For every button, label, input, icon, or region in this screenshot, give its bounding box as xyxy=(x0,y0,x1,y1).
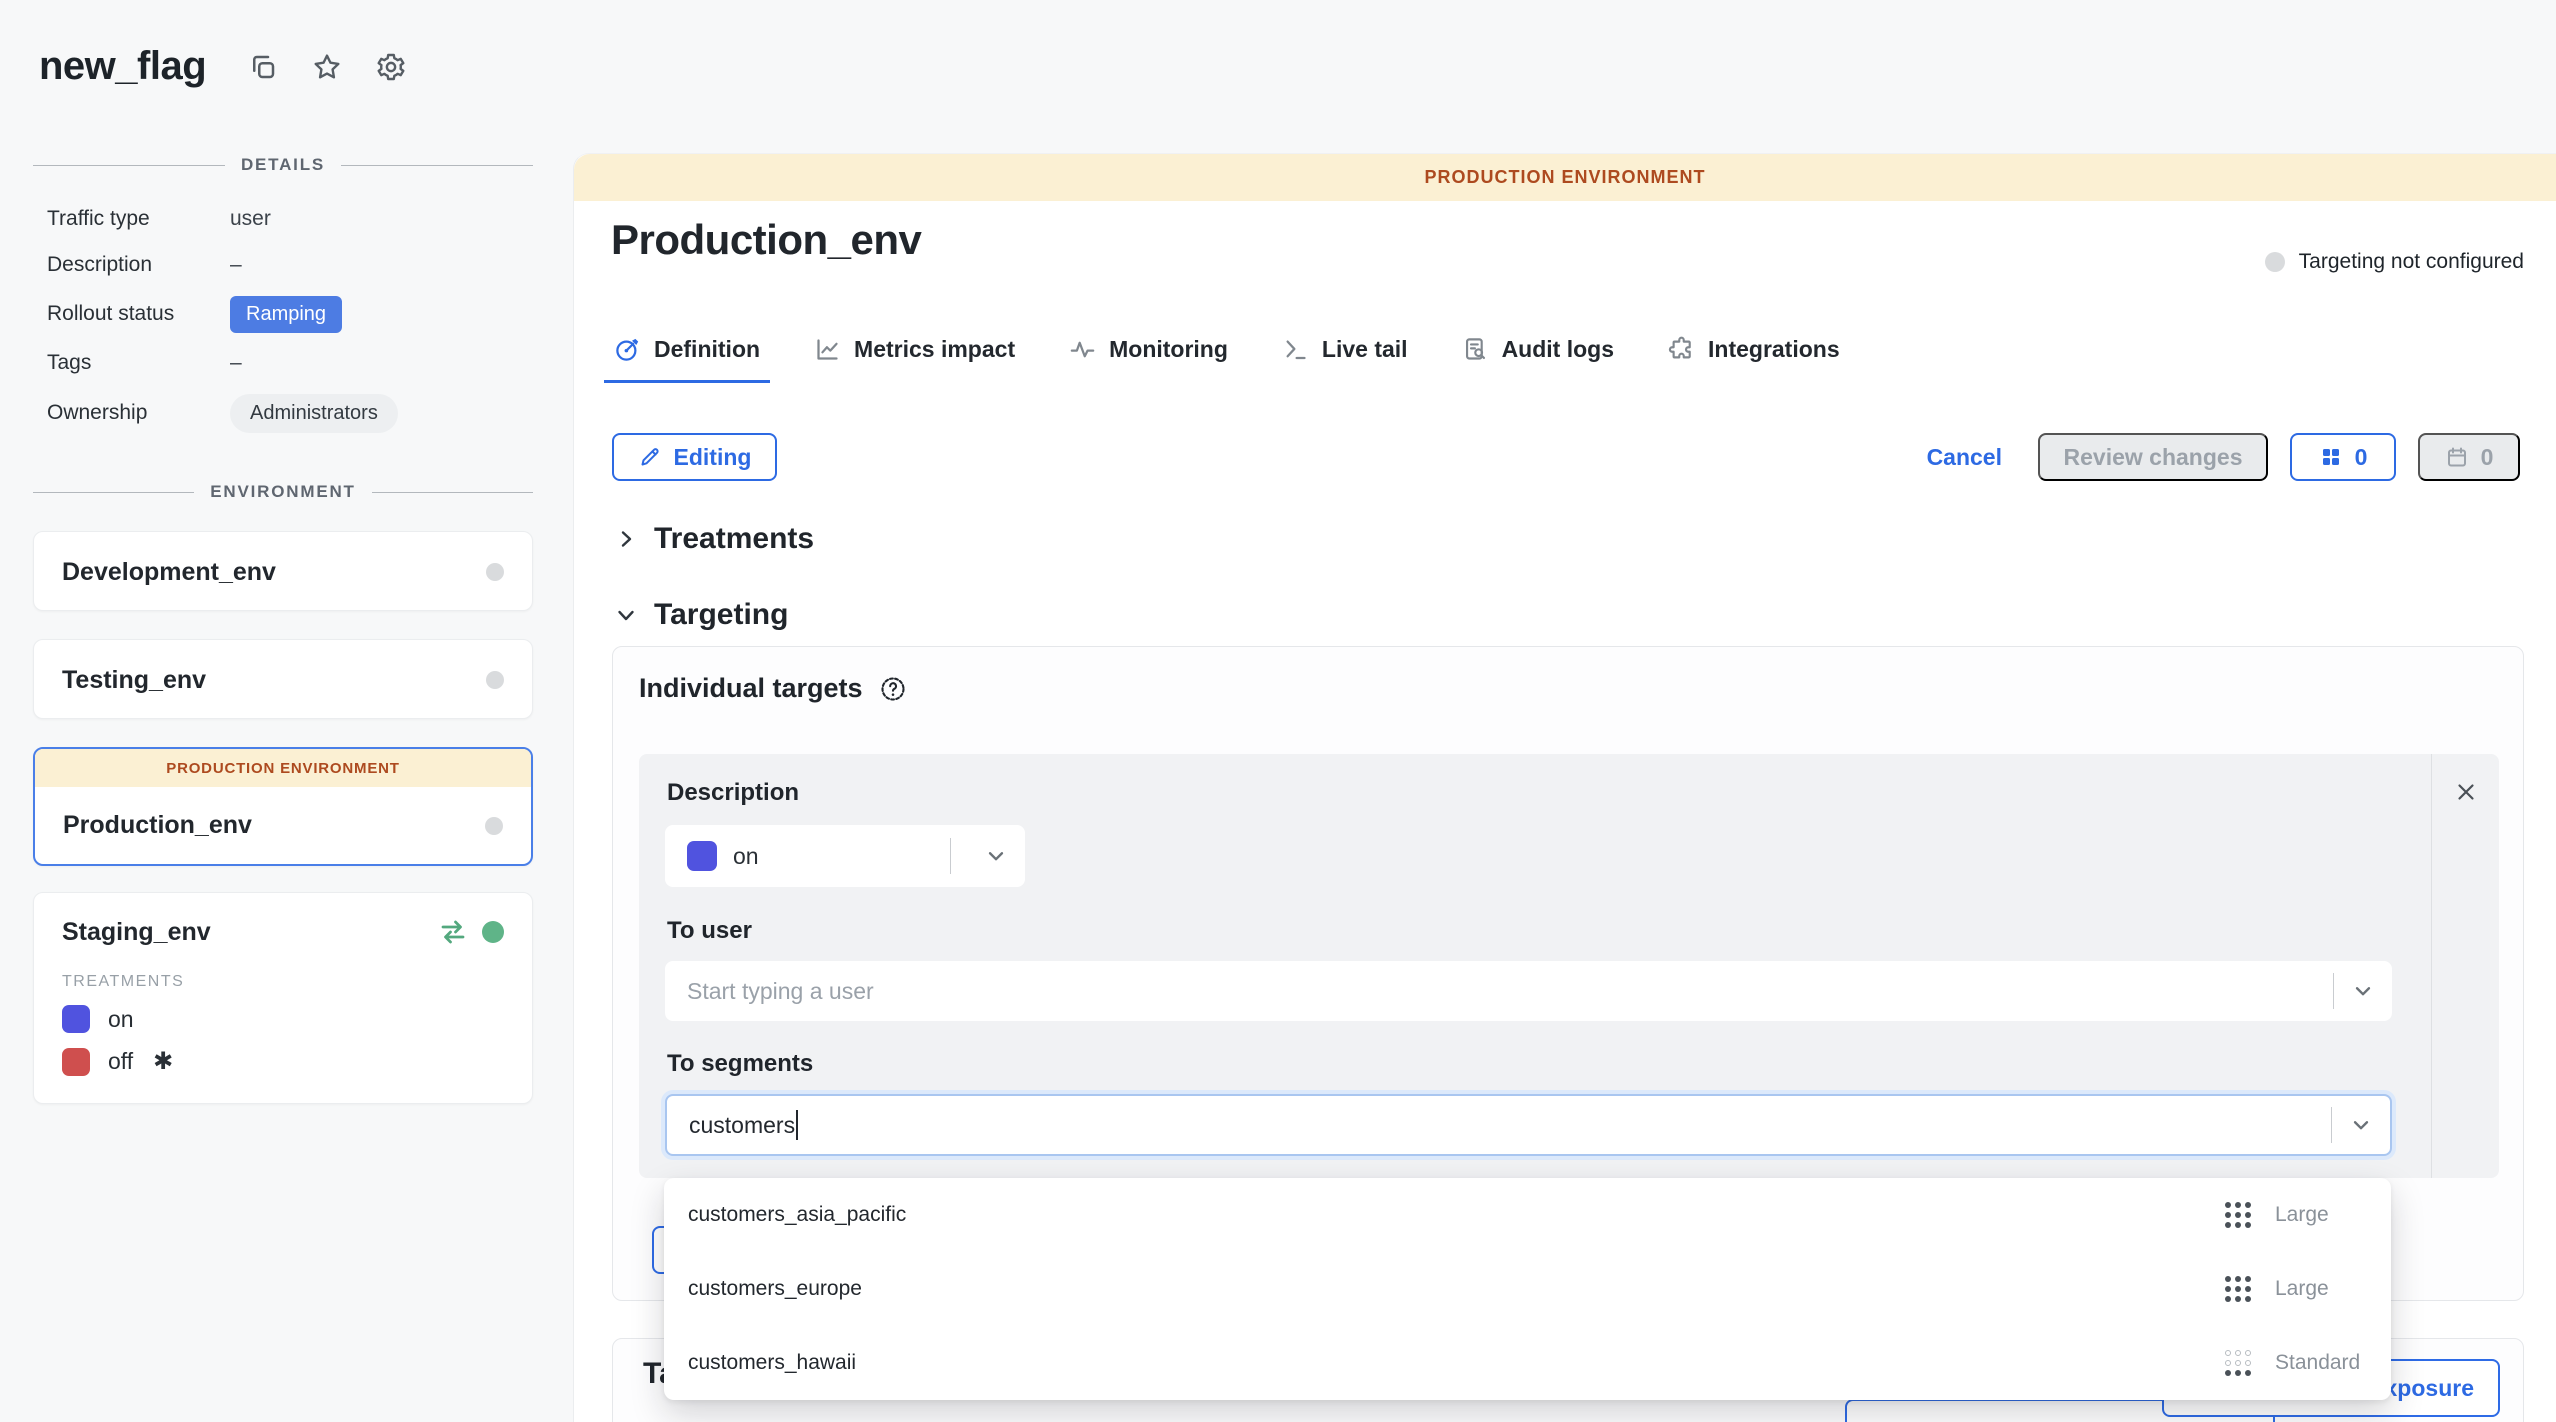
treatment-on-swatch xyxy=(687,841,717,871)
grid-icon xyxy=(2319,445,2343,469)
env-card-development[interactable]: Development_env xyxy=(33,531,533,611)
treatment-on-swatch xyxy=(62,1005,90,1033)
flag-header: new_flag xyxy=(39,44,408,89)
segment-size-large-icon xyxy=(2225,1202,2251,1228)
individual-targets-heading: Individual targets xyxy=(639,673,907,704)
tab-monitoring[interactable]: Monitoring xyxy=(1069,336,1228,381)
help-icon[interactable] xyxy=(879,675,907,703)
rollout-status-badge: Ramping xyxy=(230,296,342,333)
metrics-impact-icon xyxy=(814,336,841,363)
treatment-off-swatch xyxy=(62,1048,90,1076)
to-user-field xyxy=(665,961,2392,1021)
environment-heading: ENVIRONMENT xyxy=(210,482,355,502)
production-environment-banner: PRODUCTION ENVIRONMENT xyxy=(574,154,2556,201)
editing-button[interactable]: Editing xyxy=(612,433,777,481)
segment-option-hawaii[interactable]: customers_hawaii Standard xyxy=(664,1326,2391,1400)
chevron-right-icon xyxy=(614,527,638,551)
edit-action-bar: Editing Cancel Review changes 0 0 xyxy=(574,433,2556,481)
status-dot xyxy=(2265,252,2285,272)
calendar-icon xyxy=(2445,445,2469,469)
to-segments-label: To segments xyxy=(667,1050,813,1078)
env-status-dot xyxy=(485,817,503,835)
cancel-link[interactable]: Cancel xyxy=(1927,444,2002,471)
env-card-production-selected[interactable]: PRODUCTION ENVIRONMENT Production_env xyxy=(33,747,533,866)
detail-row-rollout-status: Rollout status Ramping xyxy=(47,288,507,340)
page: new_flag DETAILS Traffic type user Descr… xyxy=(0,0,2556,1422)
pencil-icon xyxy=(638,445,662,469)
changes-count-button[interactable]: 0 xyxy=(2290,433,2396,481)
environment-divider: ENVIRONMENT xyxy=(33,482,533,502)
treatment-off-row: off ✱ xyxy=(34,1033,532,1076)
details-divider: DETAILS xyxy=(33,155,533,175)
details-rows: Traffic type user Description – Rollout … xyxy=(47,196,507,440)
to-user-input[interactable] xyxy=(665,961,2333,1021)
segment-option-asia-pacific[interactable]: customers_asia_pacific Large xyxy=(664,1178,2391,1252)
env-status-dot xyxy=(486,563,504,581)
detail-row-tags: Tags – xyxy=(47,340,507,386)
live-tail-icon xyxy=(1282,336,1309,363)
production-environment-banner: PRODUCTION ENVIRONMENT xyxy=(35,749,531,787)
chevron-down-icon[interactable] xyxy=(2334,980,2392,1002)
to-user-label: To user xyxy=(667,917,752,945)
env-active-dot xyxy=(482,921,504,943)
tab-bar: Definition Metrics impact Monitoring Liv… xyxy=(614,336,1840,381)
monitoring-icon xyxy=(1069,336,1096,363)
segment-option-europe[interactable]: customers_europe Large xyxy=(664,1252,2391,1326)
tab-live-tail[interactable]: Live tail xyxy=(1282,336,1408,381)
chevron-down-icon[interactable] xyxy=(967,845,1025,867)
segment-size-standard-icon xyxy=(2225,1350,2251,1376)
integrations-icon xyxy=(1668,336,1695,363)
segment-size-large-icon xyxy=(2225,1276,2251,1302)
targeting-status: Targeting not configured xyxy=(2265,250,2524,274)
treatment-on-row: on xyxy=(34,991,532,1033)
detail-row-ownership: Ownership Administrators xyxy=(47,386,507,440)
audit-logs-icon xyxy=(1462,336,1489,363)
details-heading: DETAILS xyxy=(241,155,325,175)
description-label: Description xyxy=(667,779,799,807)
copy-icon[interactable] xyxy=(246,50,280,84)
ownership-pill: Administrators xyxy=(230,394,398,433)
env-card-testing[interactable]: Testing_env xyxy=(33,639,533,719)
treatments-heading: TREATMENTS xyxy=(34,947,532,991)
tab-integrations[interactable]: Integrations xyxy=(1668,336,1840,381)
targeting-section-toggle[interactable]: Targeting xyxy=(614,598,788,632)
rule-remove-column xyxy=(2431,754,2499,1178)
tab-metrics-impact[interactable]: Metrics impact xyxy=(814,336,1015,381)
default-treatment-icon: ✱ xyxy=(153,1047,173,1076)
review-changes-button[interactable]: Review changes xyxy=(2038,433,2268,481)
detail-row-traffic-type: Traffic type user xyxy=(47,196,507,242)
scheduled-count-button[interactable]: 0 xyxy=(2418,433,2520,481)
star-icon[interactable] xyxy=(310,50,344,84)
treatments-section-toggle[interactable]: Treatments xyxy=(614,522,814,556)
tab-audit-logs[interactable]: Audit logs xyxy=(1462,336,1614,381)
tab-definition[interactable]: Definition xyxy=(614,336,760,381)
definition-icon xyxy=(614,336,641,363)
treatment-select[interactable]: on xyxy=(665,825,1025,887)
to-segments-input[interactable]: customers xyxy=(665,1094,2392,1156)
close-icon[interactable] xyxy=(2454,780,2478,804)
env-status-dot xyxy=(486,671,504,689)
env-card-staging[interactable]: Staging_env TREATMENTS on off ✱ xyxy=(33,892,533,1104)
chevron-down-icon[interactable] xyxy=(2332,1114,2390,1136)
page-title: Production_env xyxy=(611,216,921,264)
sync-arrows-icon xyxy=(438,917,468,947)
flag-title: new_flag xyxy=(39,44,206,89)
text-caret xyxy=(796,1110,798,1140)
segments-dropdown: customers_asia_pacific Large customers_e… xyxy=(664,1178,2391,1400)
main-panel: PRODUCTION ENVIRONMENT Production_env Ta… xyxy=(573,153,2556,1422)
individual-target-rule: Description on To user xyxy=(639,754,2499,1178)
gear-icon[interactable] xyxy=(374,50,408,84)
detail-row-description: Description – xyxy=(47,242,507,288)
chevron-down-icon xyxy=(614,603,638,627)
